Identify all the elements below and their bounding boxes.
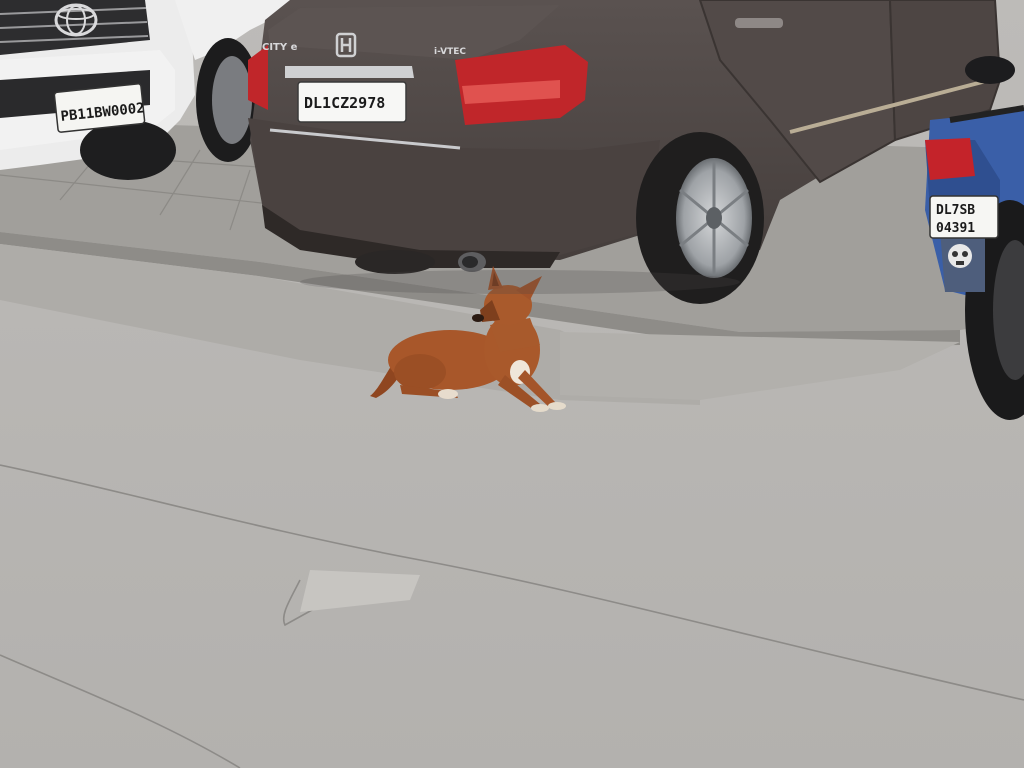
sedan-plate-number: DL1CZ2978 [304,94,385,112]
model-badge: CITY e [262,42,298,53]
scooter-plate-line2: 04391 [936,221,975,236]
sedan-license-plate: DL1CZ2978 [297,81,407,123]
car-shadow [300,270,740,294]
scooter-plate-line1: DL7SB [936,203,975,218]
skull-sticker-icon [948,244,972,268]
street-scene: PB11BW0002 CITY e i-VTEC DL1CZ2978 DL7SB… [0,0,1024,768]
suv-license-plate: PB11BW0002 [53,83,145,133]
scene-svg: PB11BW0002 CITY e i-VTEC DL1CZ2978 DL7SB… [0,0,1024,768]
engine-badge: i-VTEC [434,47,466,57]
scooter-license-plate: DL7SB 04391 [929,195,999,239]
